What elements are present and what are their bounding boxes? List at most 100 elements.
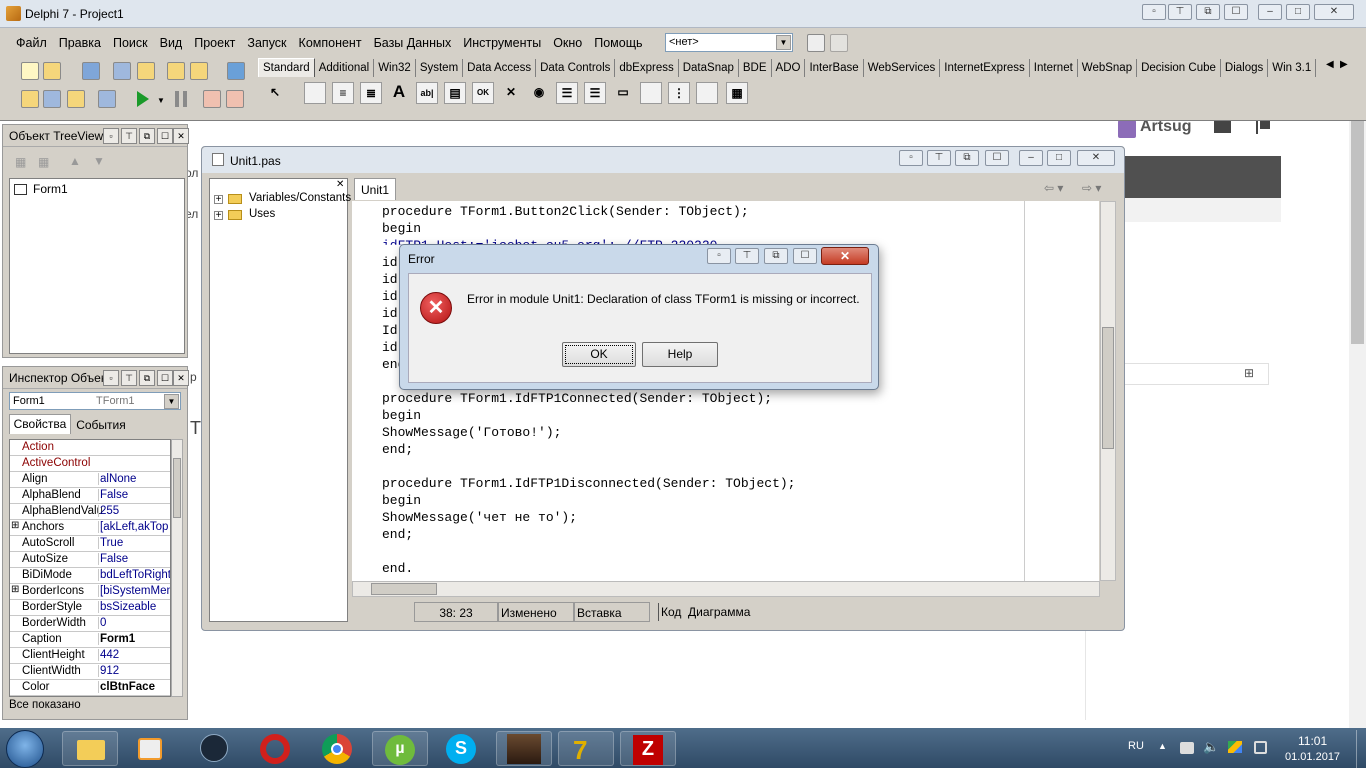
property-row[interactable]: AutoScroll True <box>10 536 170 552</box>
tab-webservices[interactable]: WebServices <box>864 59 941 77</box>
property-value[interactable]: False <box>98 553 170 565</box>
debug-desktop-icon[interactable] <box>830 34 848 52</box>
mail-icon[interactable] <box>1214 121 1231 133</box>
menu-view[interactable]: Вид <box>154 32 189 50</box>
frames-icon[interactable] <box>304 82 326 104</box>
edit-icon[interactable]: ab| <box>416 82 438 104</box>
expand-icon[interactable]: ⊞ <box>11 520 19 531</box>
code-line[interactable]: id <box>382 340 398 355</box>
scrollbar-thumb[interactable] <box>371 583 437 595</box>
step-over-icon[interactable] <box>226 90 244 108</box>
property-scrollbar[interactable] <box>171 439 183 697</box>
property-row[interactable]: Caption Form1 <box>10 632 170 648</box>
chevron-down-icon[interactable]: ▼ <box>164 394 179 409</box>
tab-decision-cube[interactable]: Decision Cube <box>1137 59 1221 77</box>
code-line[interactable]: id <box>382 272 398 287</box>
help-button[interactable]: Help <box>642 342 718 367</box>
tab-internetexpress[interactable]: InternetExpress <box>940 59 1030 77</box>
tab-standard[interactable]: Standard <box>258 58 315 77</box>
tab-data-access[interactable]: Data Access <box>463 59 537 77</box>
menu-help[interactable]: Помощь <box>588 32 648 50</box>
tab-properties[interactable]: Свойства <box>9 414 71 434</box>
restore-small-icon[interactable]: ⧉ <box>764 248 788 264</box>
start-button[interactable] <box>6 730 44 768</box>
radiobutton-icon[interactable]: ◉ <box>528 82 550 104</box>
menu-run[interactable]: Запуск <box>241 32 292 50</box>
property-value[interactable]: clBtnFace <box>98 681 170 693</box>
view-unit-icon[interactable] <box>21 90 39 108</box>
minimize-small-icon[interactable]: ▫ <box>707 248 731 264</box>
property-row[interactable]: ActiveControl <box>10 456 170 472</box>
delphi-icon[interactable]: 7 <box>558 731 614 766</box>
property-row[interactable]: BorderStyle bsSizeable <box>10 600 170 616</box>
chevron-down-icon[interactable]: ▼ <box>157 96 165 105</box>
tab-win31[interactable]: Win 3.1 <box>1268 59 1317 77</box>
shade-icon[interactable]: ⊤ <box>927 150 951 166</box>
maximize-small-icon[interactable]: ☐ <box>1224 4 1248 20</box>
menu-project[interactable]: Проект <box>188 32 241 50</box>
nav-forward-icon[interactable]: ⇨ ▾ <box>1082 181 1101 195</box>
property-value[interactable]: 442 <box>98 649 170 661</box>
menu-component[interactable]: Компонент <box>293 32 368 50</box>
listbox-icon[interactable]: ☰ <box>556 82 578 104</box>
trace-into-icon[interactable] <box>203 90 221 108</box>
menu-window[interactable]: Окно <box>547 32 588 50</box>
tab-events[interactable]: События <box>73 416 129 434</box>
property-row[interactable]: Align alNone <box>10 472 170 488</box>
shade-icon[interactable]: ⊤ <box>121 128 137 144</box>
explorer-item-variables[interactable]: Variables/Constants <box>249 192 351 204</box>
maximize-small-icon[interactable]: ☐ <box>157 128 173 144</box>
chrome-icon[interactable] <box>310 731 366 766</box>
sitemap-icon[interactable]: ⊞ <box>1241 366 1257 382</box>
property-row[interactable]: Color clBtnFace <box>10 680 170 696</box>
code-line[interactable]: procedure TForm1.Button2Click(Sender: TO… <box>382 204 749 219</box>
cursor-icon[interactable]: ↖ <box>264 82 286 104</box>
tab-bde[interactable]: BDE <box>739 59 772 77</box>
code-line[interactable]: procedure TForm1.IdFTP1Disconnected(Send… <box>382 476 795 491</box>
restore-small-icon[interactable]: ⧉ <box>955 150 979 166</box>
property-value[interactable]: 0 <box>98 617 170 629</box>
media-player-icon[interactable] <box>124 731 180 766</box>
shade-icon[interactable]: ⊤ <box>121 370 137 386</box>
close-button[interactable]: ✕ <box>1077 150 1115 166</box>
popupmenu-icon[interactable]: ≣ <box>360 82 382 104</box>
open-icon[interactable] <box>43 62 61 80</box>
arrow-up-icon[interactable]: ▲ <box>69 154 81 168</box>
minimize-small-icon[interactable]: ▫ <box>103 128 119 144</box>
ok-button[interactable]: OK <box>562 342 636 367</box>
scrollbar-icon[interactable]: ▭ <box>612 82 634 104</box>
maximize-small-icon[interactable]: ☐ <box>157 370 173 386</box>
expand-icon[interactable]: + <box>214 211 223 221</box>
minimize-small-icon[interactable]: ▫ <box>899 150 923 166</box>
view-form-icon[interactable] <box>43 90 61 108</box>
code-line[interactable]: ShowMessage('Готово!'); <box>382 425 561 440</box>
maximize-button[interactable]: □ <box>1047 150 1071 166</box>
close-button[interactable]: ✕ <box>1314 4 1354 20</box>
property-value[interactable]: True <box>98 537 170 549</box>
volume-icon[interactable]: 🔈 <box>1203 739 1219 755</box>
property-value[interactable]: 255 <box>98 505 170 517</box>
filezilla-icon[interactable]: Z <box>620 731 676 766</box>
maximize-button[interactable]: □ <box>1286 4 1310 20</box>
panel-icon[interactable] <box>696 82 718 104</box>
tab-code[interactable]: Код <box>658 603 683 621</box>
code-line[interactable]: Id <box>382 323 398 338</box>
property-value[interactable]: [biSystemMen <box>98 585 170 597</box>
restore-small-icon[interactable]: ⧉ <box>139 370 155 386</box>
palette-scroll-right-icon[interactable]: ▶ <box>1340 59 1348 70</box>
scrollbar-thumb[interactable] <box>173 458 181 518</box>
tab-internet[interactable]: Internet <box>1030 59 1078 77</box>
clock-date[interactable]: 01.01.2017 <box>1285 751 1340 763</box>
groupbox-icon[interactable] <box>640 82 662 104</box>
utorrent-icon[interactable]: µ <box>372 731 428 766</box>
editor-hscrollbar[interactable] <box>352 581 1100 597</box>
palette-scroll-left-icon[interactable]: ◀ <box>1326 59 1334 70</box>
combobox-icon[interactable]: ☰ <box>584 82 606 104</box>
user-avatar[interactable] <box>1118 120 1136 138</box>
close-icon[interactable]: ✕ <box>173 370 189 386</box>
editor-vscrollbar[interactable] <box>1100 201 1116 581</box>
property-value[interactable]: alNone <box>98 473 170 485</box>
keyboard-language[interactable]: RU <box>1128 740 1144 752</box>
save-desktop-icon[interactable] <box>807 34 825 52</box>
network-icon[interactable] <box>1180 742 1194 754</box>
